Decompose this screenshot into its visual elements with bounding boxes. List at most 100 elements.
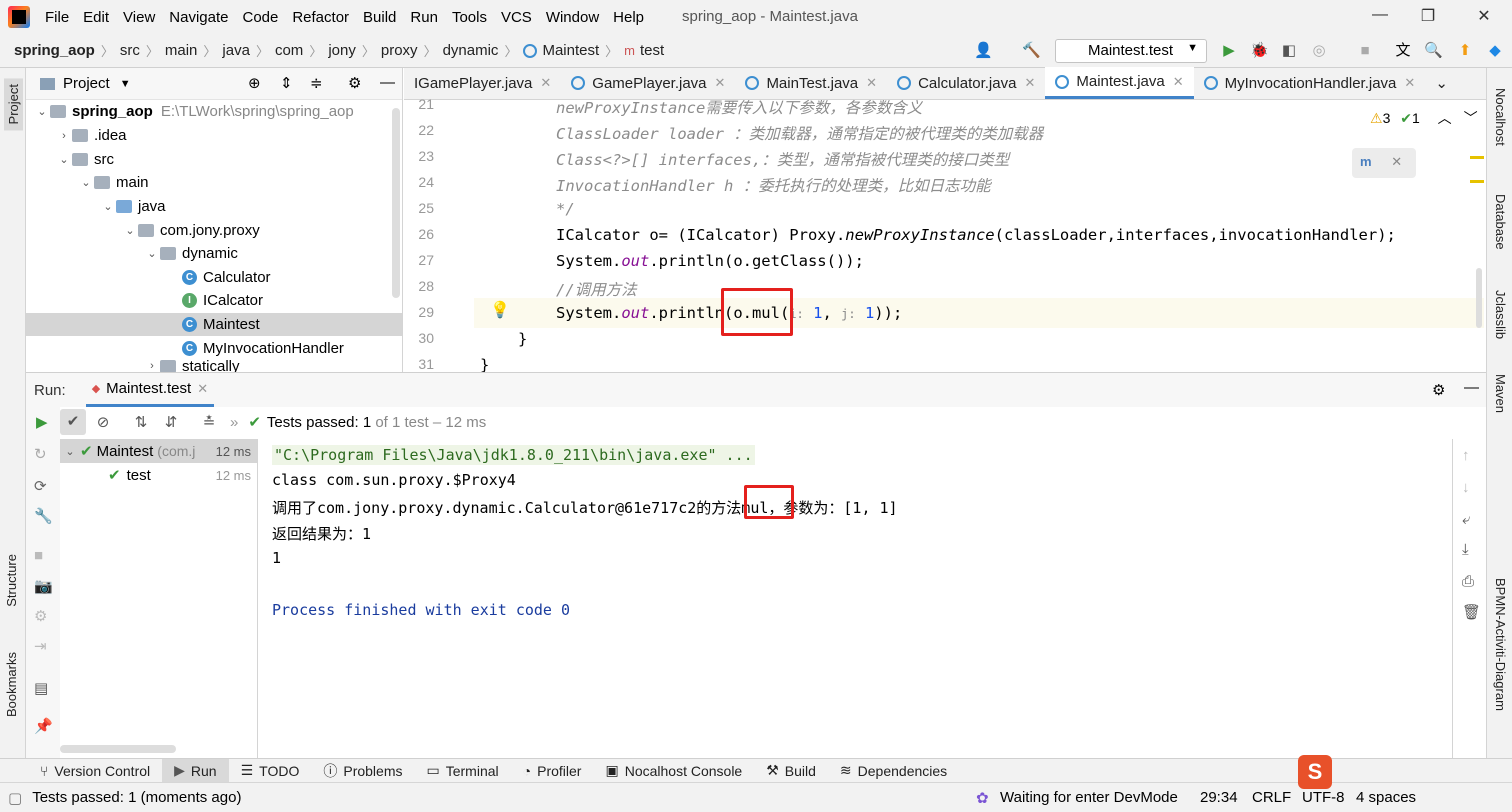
project-panel-title[interactable]: Project	[63, 75, 110, 92]
tab-build[interactable]: ⚒ Build	[754, 762, 828, 779]
scrollbar[interactable]	[392, 108, 400, 298]
show-passed-icon[interactable]: ✔	[60, 409, 86, 435]
tab-dependencies[interactable]: ≋ Dependencies	[828, 762, 959, 779]
plugin-icon[interactable]: ◆	[1486, 42, 1504, 60]
lightbulb-icon[interactable]: 💡	[490, 300, 510, 320]
tab-problems[interactable]: ⓘ Problems	[311, 761, 414, 781]
tab-calculator[interactable]: Calculator.java ✕	[887, 67, 1045, 99]
maven-reload-popup[interactable]: m ✕	[1352, 148, 1416, 178]
close-window-icon[interactable]: ✕	[1474, 6, 1494, 26]
code-line[interactable]: ICalcator o= (ICalcator) Proxy.newProxyI…	[556, 226, 1396, 244]
gear-icon[interactable]: ⚙	[348, 74, 361, 92]
maven-reload-icon[interactable]: m	[1360, 154, 1372, 169]
wrench-icon[interactable]: 🔧	[34, 507, 53, 525]
indent-setting[interactable]: 4 spaces	[1356, 789, 1416, 806]
tree-item[interactable]: C Calculator	[182, 266, 271, 289]
devmode-status[interactable]: Waiting for enter DevMode	[1000, 789, 1178, 806]
breadcrumb-item[interactable]: main 〉	[165, 41, 223, 60]
tab-igameplayer[interactable]: IGamePlayer.java ✕	[404, 67, 561, 99]
translate-icon[interactable]: 文	[1394, 42, 1412, 60]
breadcrumb-item[interactable]: java 〉	[222, 41, 275, 60]
line-separator[interactable]: CRLF	[1252, 789, 1291, 806]
tool-tab-nocalhost[interactable]: Nocalhost	[1493, 88, 1508, 146]
chevron-down-icon[interactable]: ⌄	[1435, 74, 1448, 92]
arrow-up-icon[interactable]: ↑	[1462, 447, 1470, 464]
tab-maintest[interactable]: Maintest.java ✕	[1045, 67, 1194, 99]
maximize-icon[interactable]: ❐	[1418, 6, 1438, 26]
test-tree-item[interactable]: ⌄ ✔ Maintest (com.j 12 ms	[60, 439, 257, 463]
trash-icon[interactable]: 🗑	[1462, 603, 1481, 621]
code-line[interactable]: InvocationHandler h ：委托执行的处理类，比如日志功能	[556, 174, 991, 196]
tree-item[interactable]: › statically	[144, 360, 240, 372]
hide-icon[interactable]: —	[1464, 379, 1479, 396]
exit-icon[interactable]: ⇥	[34, 637, 47, 655]
scrollbar[interactable]	[60, 745, 176, 753]
breadcrumb-item[interactable]: spring_aop 〉	[14, 41, 120, 60]
close-icon[interactable]: ✕	[197, 381, 208, 397]
menu-navigate[interactable]: Navigate	[162, 9, 235, 26]
chevron-down-icon[interactable]: ▼	[120, 78, 131, 90]
menu-window[interactable]: Window	[539, 9, 606, 26]
soft-wrap-icon[interactable]: ⤶	[1462, 511, 1470, 528]
tree-item[interactable]: ⌄ src	[56, 148, 114, 171]
console-output[interactable]: "C:\Program Files\Java\jdk1.8.0_211\bin\…	[258, 439, 1481, 759]
run-icon[interactable]: ▶	[1220, 42, 1238, 60]
expand-icon[interactable]: ≛	[196, 413, 222, 431]
tree-item[interactable]: › .idea	[56, 124, 126, 147]
user-icon[interactable]: 👤	[974, 42, 993, 60]
tool-tab-structure[interactable]: Structure	[4, 554, 19, 607]
run-tab[interactable]: ◆ Maintest.test ✕	[85, 373, 215, 407]
file-encoding[interactable]: UTF-8	[1302, 789, 1345, 806]
code-line[interactable]: System.out.println(o.getClass());	[556, 252, 864, 270]
more-icon[interactable]: »	[230, 414, 238, 431]
tab-myinvocationhandler[interactable]: MyInvocationHandler.java ✕	[1194, 67, 1426, 99]
breadcrumb-item[interactable]: jony 〉	[328, 41, 381, 60]
tree-item[interactable]: ⌄ java	[100, 195, 165, 218]
panel-toggle-icon[interactable]: ▢	[8, 789, 22, 807]
show-ignored-icon[interactable]: ⊘	[90, 413, 116, 431]
tree-item[interactable]: ⌄ main	[78, 171, 148, 194]
breadcrumb-item[interactable]: src 〉	[120, 41, 165, 60]
tab-version-control[interactable]: ⑂ Version Control	[28, 763, 162, 779]
run-configuration-select[interactable]: Maintest.test ▼	[1055, 39, 1207, 63]
tab-profiler[interactable]: ◔ Profiler	[511, 763, 594, 779]
tab-run[interactable]: ▶ Run	[162, 758, 229, 783]
toggle-autotest-icon[interactable]: ⟳	[34, 477, 47, 495]
breadcrumb-item[interactable]: com 〉	[275, 41, 328, 60]
tree-item[interactable]: I ICalcator	[182, 289, 263, 312]
sort-alpha-icon[interactable]: ⇅	[128, 413, 154, 431]
menu-view[interactable]: View	[116, 9, 162, 26]
menu-run[interactable]: Run	[403, 9, 445, 26]
tree-item[interactable]: C MyInvocationHandler	[182, 337, 344, 360]
hide-icon[interactable]: —	[380, 74, 395, 91]
scroll-to-end-icon[interactable]: ⤓	[1462, 541, 1469, 558]
tool-tab-maven[interactable]: Maven	[1493, 374, 1508, 413]
tab-todo[interactable]: ☰ TODO	[229, 762, 312, 779]
camera-icon[interactable]: 📷	[34, 577, 53, 595]
code-line[interactable]: Class<?>[] interfaces,：类型，通常指被代理类的接口类型	[556, 148, 1009, 170]
minimize-icon[interactable]: —	[1370, 6, 1390, 26]
debug-icon[interactable]: 🐞	[1250, 42, 1269, 60]
close-icon[interactable]: ✕	[1173, 74, 1184, 90]
pin-icon[interactable]: 📌	[34, 717, 53, 735]
breadcrumb-item[interactable]: proxy 〉	[381, 41, 443, 60]
locate-icon[interactable]: ⊕	[248, 74, 261, 92]
code-line[interactable]: //调用方法	[556, 278, 637, 300]
tab-terminal[interactable]: ▭ Terminal	[415, 762, 511, 779]
test-tree-item[interactable]: ✔ test 12 ms	[60, 463, 257, 487]
tree-item-selected[interactable]: C Maintest	[26, 313, 402, 336]
code-line[interactable]: newProxyInstance需要传入以下参数，各参数含义	[556, 96, 922, 118]
expand-all-icon[interactable]: ⇕	[280, 74, 293, 92]
menu-build[interactable]: Build	[356, 9, 403, 26]
tab-gameplayer[interactable]: GamePlayer.java ✕	[561, 67, 735, 99]
layout-icon[interactable]: ▤	[34, 679, 48, 697]
chevron-down-icon[interactable]: ﹀	[1464, 110, 1478, 126]
rerun-failed-icon[interactable]: ↻	[34, 445, 47, 463]
collapse-all-icon[interactable]: ≑	[310, 74, 323, 92]
status-message[interactable]: Tests passed: 1 (moments ago)	[32, 789, 241, 806]
tree-item[interactable]: ⌄ spring_aop E:\TLWork\spring\spring_aop	[34, 100, 353, 123]
close-icon[interactable]: ✕	[1024, 75, 1035, 91]
arrow-down-icon[interactable]: ↓	[1462, 479, 1470, 496]
close-icon[interactable]: ✕	[540, 75, 551, 91]
menu-code[interactable]: Code	[235, 9, 285, 26]
